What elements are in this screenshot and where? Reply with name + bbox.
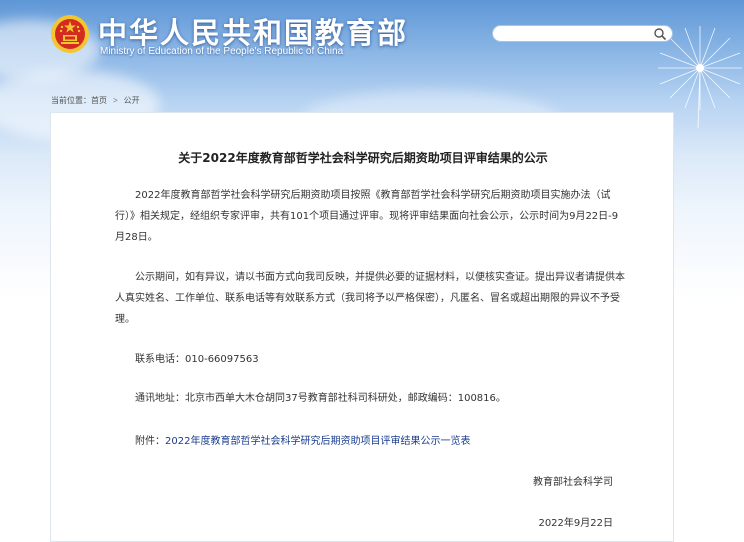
contact-phone: 联系电话：010-66097563 [135, 354, 259, 365]
search-box[interactable] [492, 25, 673, 47]
signature-date: 2022年9月22日 [538, 518, 613, 529]
article-paragraph: 2022年度教育部哲学社会科学研究后期资助项目按照《教育部哲学社会科学研究后期资… [115, 190, 619, 243]
article-paragraph: 公示期间，如有异议，请以书面方式向我司反映，并提供必要的证据材料，以便核实查证。… [115, 272, 625, 325]
attachment-label: 附件： [135, 436, 165, 447]
search-icon[interactable] [653, 27, 667, 41]
article-panel: 关于2022年度教育部哲学社会科学研究后期资助项目评审结果的公示 2022年度教… [50, 112, 674, 542]
attachment-link[interactable]: 2022年度教育部哲学社会科学研究后期资助项目评审结果公示一览表 [165, 436, 470, 447]
article-title: 关于2022年度教育部哲学社会科学研究后期资助项目评审结果的公示 [178, 151, 548, 165]
breadcrumb-prefix: 当前位置： [51, 96, 91, 105]
site-subtitle: Ministry of Education of the People's Re… [100, 46, 344, 57]
attachment-line: 附件：2022年度教育部哲学社会科学研究后期资助项目评审结果公示一览表 [135, 432, 470, 447]
search-input[interactable] [501, 30, 655, 47]
breadcrumb-separator: > [113, 96, 118, 105]
national-emblem-icon [51, 15, 89, 53]
contact-address: 通讯地址：北京市西单大木仓胡同37号教育部社科司科研处，邮政编码：100816。 [135, 393, 506, 404]
breadcrumb: 当前位置：首页 > 公开 [51, 95, 140, 106]
signature-org: 教育部社会科学司 [533, 477, 613, 488]
breadcrumb-current-link[interactable]: 公开 [124, 96, 140, 105]
breadcrumb-home-link[interactable]: 首页 [91, 96, 107, 105]
